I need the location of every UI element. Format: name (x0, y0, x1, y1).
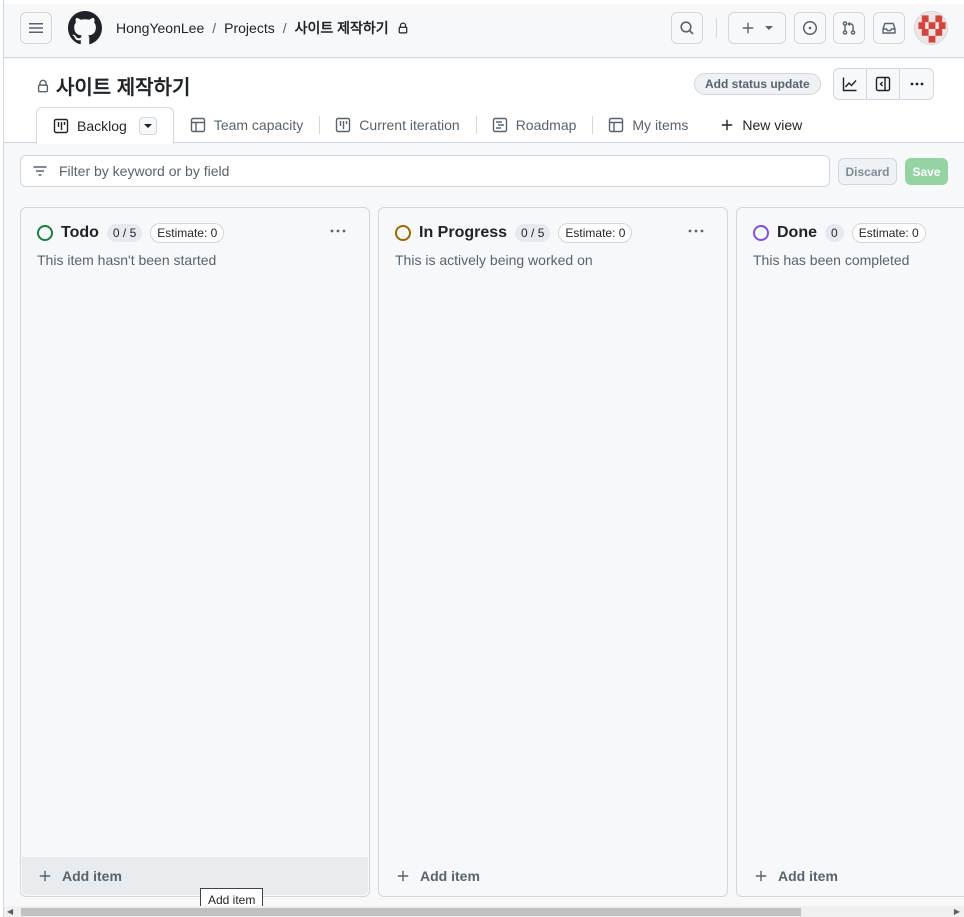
scrollbar-thumb[interactable] (21, 908, 801, 916)
lock-icon (37, 79, 49, 92)
breadcrumb-separator: / (282, 20, 287, 36)
scroll-right-icon[interactable]: ▶ (954, 907, 960, 916)
tab-label: Backlog (77, 118, 127, 134)
board-icon (53, 118, 69, 134)
plus-icon (722, 119, 733, 131)
tab-team-capacity[interactable]: Team capacity (174, 107, 321, 143)
inbox-icon (882, 22, 896, 34)
triangle-down-icon (765, 26, 773, 30)
save-button[interactable]: Save (905, 158, 948, 185)
column-name: Todo (61, 224, 99, 241)
project-actions (833, 68, 934, 100)
breadcrumb: HongYeonLee / Projects / 사이트 제작하기 (116, 18, 409, 38)
kebab-horizontal-icon (688, 229, 704, 233)
table-icon (609, 117, 624, 133)
inbox-button[interactable] (873, 12, 905, 44)
column-estimate: Estimate: 0 (558, 223, 633, 243)
column-description: This has been completed (753, 252, 910, 268)
column-count: 0 / 5 (106, 224, 143, 242)
side-panel-button[interactable] (867, 69, 900, 99)
column-done: Done 0 Estimate: 0 This has been complet… (736, 207, 964, 897)
tab-backlog[interactable]: Backlog (36, 107, 174, 144)
add-item-label: Add item (62, 868, 122, 884)
plus-icon (742, 22, 754, 34)
plus-icon (39, 870, 51, 882)
global-header: HongYeonLee / Projects / 사이트 제작하기 (4, 4, 964, 58)
add-item-button[interactable]: Add item (738, 857, 964, 895)
breadcrumb-separator: / (212, 20, 217, 36)
column-estimate: Estimate: 0 (851, 223, 926, 243)
tab-label: Team capacity (213, 117, 304, 133)
filter-input[interactable]: Filter by keyword or by field (20, 155, 830, 187)
status-circle-icon (37, 225, 53, 241)
column-count: 0 (825, 224, 844, 242)
breadcrumb-project[interactable]: 사이트 제작하기 (295, 18, 389, 38)
sidebar-expand-icon (875, 76, 891, 92)
column-description: This item hasn't been started (37, 252, 217, 268)
board-icon (336, 117, 351, 133)
column-estimate: Estimate: 0 (150, 223, 225, 243)
column-name: In Progress (419, 224, 508, 241)
column-menu-button[interactable] (329, 222, 347, 240)
create-new-button[interactable] (728, 12, 786, 44)
add-status-update-button[interactable]: Add status update (694, 73, 821, 95)
graph-icon (842, 77, 857, 92)
search-button[interactable] (671, 12, 703, 44)
new-view-button[interactable]: New view (704, 107, 818, 143)
lock-icon (398, 22, 408, 34)
triangle-down-icon (143, 124, 152, 128)
plus-icon (755, 870, 767, 882)
new-view-label: New view (742, 117, 803, 133)
scroll-left-icon[interactable]: ◀ (7, 907, 13, 916)
git-pull-request-icon (842, 21, 856, 35)
kebab-horizontal-icon (910, 82, 923, 86)
kebab-horizontal-icon (330, 229, 346, 233)
table-icon (190, 117, 206, 133)
add-item-button[interactable]: Add item (380, 857, 726, 895)
hamburger-icon (29, 23, 43, 33)
view-options-button[interactable] (138, 117, 157, 135)
add-item-label: Add item (420, 868, 480, 884)
column-description: This is actively being worked on (395, 252, 593, 268)
project-title: 사이트 제작하기 (36, 71, 190, 100)
column-count: 0 / 5 (515, 224, 551, 242)
breadcrumb-owner[interactable]: HongYeonLee (116, 20, 204, 36)
issues-button[interactable] (794, 12, 826, 44)
identicon-icon (915, 12, 947, 44)
project-header: 사이트 제작하기 Add status update Backlog Team … (4, 59, 964, 144)
tab-roadmap[interactable]: Roadmap (476, 107, 594, 143)
tab-my-items[interactable]: My items (592, 107, 704, 143)
search-icon (680, 21, 694, 35)
breadcrumb-projects[interactable]: Projects (224, 20, 275, 36)
column-in-progress: In Progress 0 / 5 Estimate: 0 This is ac… (378, 207, 728, 897)
tab-current-iteration[interactable]: Current iteration (319, 107, 477, 143)
menu-button[interactable] (20, 12, 52, 44)
status-circle-icon (395, 225, 411, 241)
tab-label: Roadmap (515, 117, 577, 133)
column-todo: Todo 0 / 5 Estimate: 0 This item hasn't … (20, 207, 370, 897)
add-item-label: Add item (778, 868, 838, 884)
column-menu-button[interactable] (687, 222, 705, 240)
add-item-button[interactable]: Add item (22, 857, 368, 895)
insights-button[interactable] (834, 69, 867, 99)
filter-icon (21, 163, 59, 179)
status-circle-icon (753, 225, 769, 241)
more-options-button[interactable] (900, 69, 933, 99)
github-logo-icon[interactable] (68, 11, 102, 45)
tab-label: My items (632, 117, 689, 133)
plus-icon (397, 870, 409, 882)
roadmap-icon (492, 117, 507, 133)
tab-label: Current iteration (359, 117, 460, 133)
view-tabs: Backlog Team capacity Current iteration … (36, 107, 818, 144)
issue-opened-icon (802, 20, 818, 36)
project-title-text: 사이트 제작하기 (56, 77, 191, 99)
horizontal-scrollbar[interactable]: ◀ ▶ (4, 906, 964, 917)
pull-requests-button[interactable] (833, 12, 865, 44)
filter-placeholder: Filter by keyword or by field (59, 163, 230, 179)
discard-button[interactable]: Discard (838, 158, 897, 185)
user-avatar[interactable] (914, 11, 948, 45)
column-name: Done (777, 224, 817, 241)
